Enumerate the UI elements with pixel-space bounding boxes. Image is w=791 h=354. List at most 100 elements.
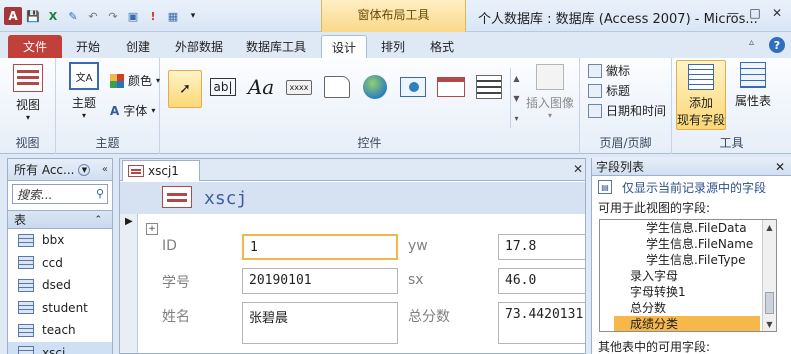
field-item[interactable]: 学生信息.FileData	[600, 220, 776, 236]
close-button[interactable]: ✕	[767, 4, 787, 22]
scroll-down-icon[interactable]: ▼	[763, 317, 776, 331]
minimize-button[interactable]: —	[723, 4, 743, 22]
nav-group-label: 表	[14, 213, 27, 227]
field-label-sx: sx	[408, 272, 424, 288]
maximize-button[interactable]: □	[745, 4, 765, 22]
undo-icon[interactable]: ↶	[84, 7, 102, 25]
field-item[interactable]: 总分数	[600, 300, 776, 316]
hyperlink-icon[interactable]	[358, 70, 392, 104]
controls-gallery-scroll[interactable]: ▲ ▼ ▾	[510, 68, 522, 128]
pointer-icon[interactable]: ➚	[168, 70, 202, 108]
tab-database-tools[interactable]: 数据库工具	[238, 35, 314, 58]
filter-icon: ▤	[598, 180, 612, 194]
nav-item-label: dsed	[42, 278, 71, 293]
button-icon[interactable]: xxxx	[282, 70, 316, 104]
nav-group-tables[interactable]: 表 ⌃	[8, 210, 112, 229]
nav-item-ccd[interactable]: ccd	[8, 252, 112, 275]
field-yw-textbox[interactable]: 17.8	[498, 234, 585, 260]
logo-button[interactable]: 徽标	[588, 62, 630, 79]
add-existing-fields-button[interactable]: 添加 现有字段	[676, 60, 726, 130]
tab-arrange[interactable]: 排列	[371, 35, 415, 58]
view-button[interactable]: 视图 ▾	[6, 64, 50, 122]
date-time-button[interactable]: 日期和时间	[588, 102, 666, 119]
navigation-pane: 所有 Acc... ▼ « 搜索... ⚲ 表 ⌃ bbx ccd dsed s…	[7, 158, 113, 354]
help-icon[interactable]: ?	[769, 37, 785, 53]
save-icon[interactable]: 💾	[24, 7, 42, 25]
document-tab-label: xscj1	[148, 164, 179, 178]
form-document: xscj1 ✕ xscj ▶ + ID 1 yw 17.8 学号 2019010…	[119, 158, 586, 354]
colors-button[interactable]: 颜色 ▾	[110, 72, 160, 89]
title-button[interactable]: 标题	[588, 82, 630, 99]
available-fields-label: 可用于此视图的字段:	[598, 200, 711, 215]
context-tab-band: 窗体布局工具	[321, 0, 466, 32]
nav-collapse-icon[interactable]: «	[102, 164, 108, 175]
field-item[interactable]: 录入字母	[600, 268, 776, 284]
nav-item-xscj[interactable]: xscj	[8, 341, 112, 354]
field-item[interactable]: 学生信息.FileName	[600, 236, 776, 252]
textbox-icon[interactable]: ab|	[206, 70, 240, 104]
field-item-selected[interactable]: 成绩分类	[614, 316, 760, 331]
scroll-thumb[interactable]	[765, 292, 774, 314]
fonts-button[interactable]: A 字体 ▾	[110, 102, 155, 119]
window-controls: — □ ✕	[723, 4, 787, 22]
record-selector[interactable]: ▶	[120, 214, 138, 353]
other-tables-label: 其他表中的可用字段:	[598, 340, 711, 354]
tab-file[interactable]: 文件	[8, 35, 62, 58]
scroll-up-icon[interactable]: ▲	[763, 220, 776, 234]
web-browser-icon[interactable]	[396, 70, 430, 104]
nav-search-placeholder: 搜索...	[17, 187, 53, 202]
textbox-glyph: ab|	[210, 78, 236, 96]
nav-item-label: bbx	[42, 233, 65, 248]
show-only-current-source-link[interactable]: ▤ 仅显示当前记录源中的字段	[592, 176, 791, 198]
tab-design[interactable]: 设计	[321, 35, 367, 58]
tab-external-data[interactable]: 外部数据	[168, 35, 230, 58]
views-group-label: 视图	[15, 136, 40, 150]
field-name-textbox[interactable]: 张碧晨	[242, 302, 398, 344]
redo-icon[interactable]: ↷	[104, 7, 122, 25]
nav-item-teach[interactable]: teach	[8, 319, 112, 342]
field-sx-textbox[interactable]: 46.0	[498, 268, 585, 294]
field-item[interactable]: 学生信息.FileType	[600, 252, 776, 268]
label-icon[interactable]: Aa	[244, 70, 278, 104]
layout-move-handle-icon[interactable]: +	[146, 223, 158, 235]
nav-item-bbx[interactable]: bbx	[8, 229, 112, 252]
navigation-control-icon[interactable]	[434, 70, 468, 104]
edit-icon[interactable]: ✎	[64, 7, 82, 25]
field-total-textbox[interactable]: 73.4420131	[498, 302, 585, 344]
insert-image-button[interactable]: 插入图像 ▾	[524, 64, 576, 120]
close-document-icon[interactable]: ✕	[573, 162, 583, 176]
field-list-scrollbar[interactable]: ▲ ▼	[762, 220, 776, 331]
option-group-icon[interactable]	[472, 70, 506, 104]
tab-home[interactable]: 开始	[66, 35, 110, 58]
ribbon-minimize-icon[interactable]: ▵	[749, 37, 763, 51]
field-student-id-textbox[interactable]: 20190101	[242, 268, 398, 294]
field-item[interactable]: 字母转换1	[600, 284, 776, 300]
view-icon[interactable]: ▣	[124, 7, 142, 25]
theme-button[interactable]: 文A 主题 ▾	[62, 62, 106, 120]
form-title[interactable]: xscj	[204, 188, 247, 209]
nav-item-student[interactable]: student	[8, 297, 112, 320]
controls-group-label: 控件	[357, 136, 382, 150]
table-icon	[18, 323, 34, 337]
field-label-student-id: 学号	[162, 275, 190, 291]
customize-qat-icon[interactable]: ▾	[184, 7, 202, 25]
access-app-icon[interactable]: A	[4, 7, 22, 25]
nav-dropdown-icon[interactable]: ▼	[78, 163, 91, 176]
nav-pane-header[interactable]: 所有 Acc... ▼ «	[8, 159, 112, 181]
table-icon[interactable]: ▦	[164, 7, 182, 25]
alert-icon[interactable]: !	[144, 7, 162, 25]
property-sheet-button[interactable]: 属性表	[728, 62, 778, 109]
nav-search-input[interactable]: 搜索... ⚲	[12, 184, 108, 204]
document-tab-xscj1[interactable]: xscj1	[122, 160, 200, 181]
tab-create[interactable]: 创建	[116, 35, 160, 58]
nav-item-dsed[interactable]: dsed	[8, 274, 112, 297]
window-title: 个人数据库 : 数据库 (Access 2007) - Micros...	[478, 12, 758, 27]
add-fields-icon	[688, 64, 714, 90]
close-field-list-icon[interactable]: ✕	[775, 160, 785, 174]
field-id-textbox[interactable]: 1	[242, 234, 398, 260]
table-icon	[18, 301, 34, 315]
excel-export-icon[interactable]: X	[44, 7, 62, 25]
tab-format[interactable]: 格式	[420, 35, 464, 58]
search-icon[interactable]: ⚲	[96, 187, 104, 200]
tab-control-icon[interactable]	[320, 70, 354, 104]
